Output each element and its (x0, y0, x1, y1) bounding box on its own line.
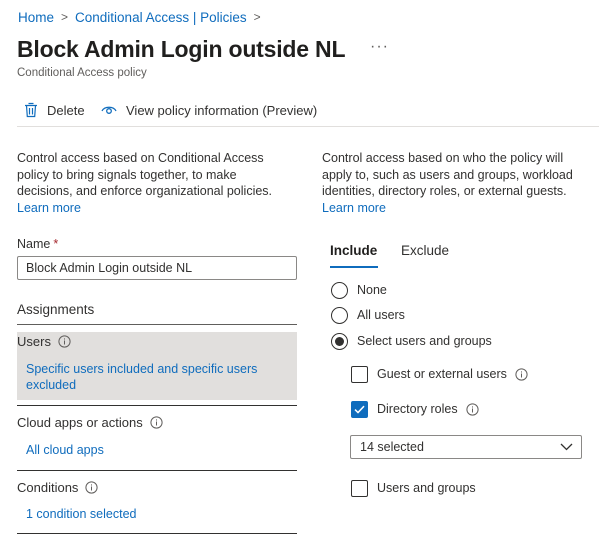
name-field-label: Name * (17, 237, 58, 251)
checkbox[interactable] (351, 365, 368, 383)
page-title: Block Admin Login outside NL (17, 36, 346, 62)
info-icon[interactable] (58, 335, 71, 348)
conditions-divider (17, 533, 297, 534)
delete-label: Delete (47, 102, 85, 118)
assignments-divider (17, 324, 297, 325)
radio-label: Select users and groups (357, 334, 492, 348)
policy-description-text: Control access based on Conditional Acce… (17, 151, 273, 198)
checkbox-guest-external-users[interactable]: Guest or external users (351, 365, 528, 383)
radio-button-selected[interactable] (331, 332, 348, 350)
required-marker: * (53, 237, 59, 251)
radio-select-users-groups[interactable]: Select users and groups (331, 332, 492, 350)
trash-icon (25, 102, 37, 118)
info-icon[interactable] (515, 367, 528, 381)
cloud-apps-summary-link[interactable]: All cloud apps (26, 442, 104, 458)
checkbox-checked[interactable] (351, 400, 368, 418)
chevron-down-icon (560, 443, 573, 451)
radio-all-users[interactable]: All users (331, 306, 405, 324)
users-description-text: Control access based on who the policy w… (322, 151, 573, 198)
directory-roles-dropdown[interactable]: 14 selected (350, 435, 582, 459)
breadcrumb-home[interactable]: Home (18, 10, 54, 25)
radio-button[interactable] (331, 281, 348, 299)
cloud-apps-label: Cloud apps or actions (17, 415, 143, 430)
cloud-apps-row-title[interactable]: Cloud apps or actions (17, 415, 163, 430)
learn-more-link[interactable]: Learn more (17, 201, 81, 215)
checkmark-icon (354, 405, 365, 414)
info-icon[interactable] (465, 402, 479, 416)
radio-button[interactable] (331, 306, 348, 324)
info-icon[interactable] (85, 481, 99, 494)
more-options-button[interactable]: ··· (370, 38, 389, 56)
checkbox-directory-roles[interactable]: Directory roles (351, 400, 479, 418)
checkbox-label: Users and groups (377, 481, 476, 495)
view-policy-info-label: View policy information (Preview) (126, 102, 318, 118)
assignments-heading: Assignments (17, 302, 95, 317)
name-label: Name (17, 237, 51, 251)
page-subtitle: Conditional Access policy (17, 67, 147, 79)
breadcrumb-separator: > (61, 10, 69, 24)
breadcrumb-policies[interactable]: Conditional Access | Policies (75, 10, 247, 25)
info-icon[interactable] (150, 416, 163, 429)
radio-label: None (357, 283, 387, 297)
checkbox[interactable] (351, 479, 368, 497)
users-summary-link[interactable]: Specific users included and specific use… (26, 361, 288, 393)
checkbox-label: Directory roles (377, 402, 458, 416)
tab-selected-indicator (330, 266, 378, 268)
tab-exclude[interactable]: Exclude (401, 243, 449, 258)
tab-include[interactable]: Include (330, 243, 377, 258)
radio-none[interactable]: None (331, 281, 387, 299)
policy-name-input[interactable] (17, 256, 297, 280)
dropdown-value: 14 selected (360, 440, 424, 454)
breadcrumb-separator: > (253, 10, 261, 24)
eye-icon (101, 106, 117, 114)
checkbox-label: Guest or external users (377, 367, 507, 381)
breadcrumb: Home > Conditional Access | Policies > (18, 8, 268, 26)
users-description: Control access based on who the policy w… (322, 150, 584, 216)
cloud-apps-divider (17, 470, 297, 471)
users-divider (17, 405, 297, 406)
checkbox-users-and-groups[interactable]: Users and groups (351, 479, 476, 497)
command-bar-divider (17, 126, 599, 127)
policy-description: Control access based on Conditional Acce… (17, 150, 287, 216)
learn-more-link[interactable]: Learn more (322, 201, 386, 215)
conditions-label: Conditions (17, 480, 79, 495)
delete-button[interactable]: Delete (24, 100, 85, 120)
view-policy-info-button[interactable]: View policy information (Preview) (101, 100, 317, 120)
conditions-row-title[interactable]: Conditions (17, 480, 99, 495)
radio-label: All users (357, 308, 405, 322)
users-label: Users (17, 334, 51, 349)
users-row-title: Users (17, 334, 71, 349)
conditions-summary-link[interactable]: 1 condition selected (26, 506, 137, 522)
